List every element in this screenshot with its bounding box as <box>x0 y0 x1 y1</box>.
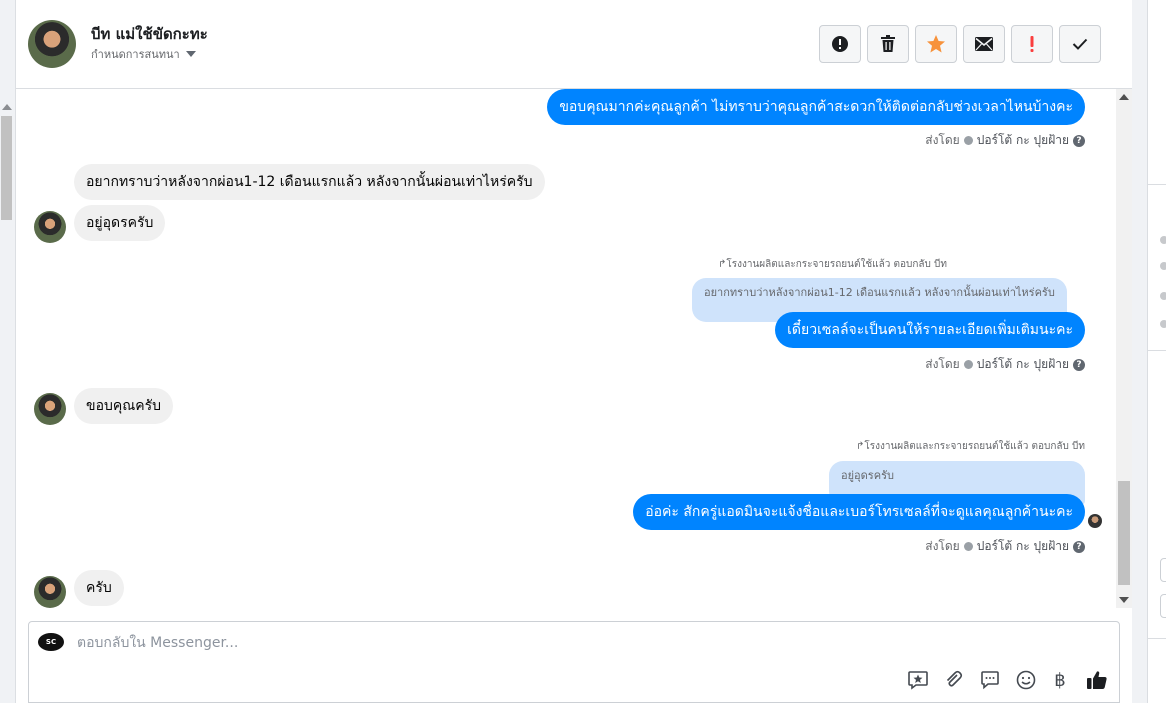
seen-avatar <box>1088 514 1102 528</box>
scroll-up-arrow[interactable] <box>1119 94 1129 100</box>
contact-avatar[interactable] <box>28 20 76 68</box>
follow-up-button[interactable] <box>1011 25 1053 63</box>
left-scroll-up-arrow[interactable] <box>2 104 12 110</box>
gear-icon <box>963 136 973 145</box>
reply-context: ↱โรงงานผลิตและกระจายรถยนต์ใช้แล้ว ตอบกลั… <box>718 257 947 272</box>
outgoing-message[interactable]: อ่อค่ะ สักครู่แอดมินจะแจ้งชื่อและเบอร์โท… <box>633 494 1085 530</box>
panel-divider <box>1148 184 1166 185</box>
sent-by-label: ส่งโดย <box>925 133 960 147</box>
sender-name[interactable]: ปอร์โต้ กะ ปุยฝ้าย <box>977 537 1069 556</box>
panel-input[interactable] <box>1160 558 1166 582</box>
chat-bubble-icon <box>981 671 999 690</box>
help-icon[interactable]: ? <box>1073 134 1085 147</box>
scroll-down-arrow[interactable] <box>1119 597 1129 603</box>
conversation-header: บีท แม่ใช้ขัดกะทะ กำหนดการสนทนา <box>16 0 1132 89</box>
envelope-icon <box>975 37 993 51</box>
incoming-message[interactable]: อยากทราบว่าหลังจากผ่อน1-12 เดือนแรกแล้ว … <box>74 164 545 200</box>
assign-conversation-dropdown[interactable]: กำหนดการสนทนา <box>91 45 196 63</box>
saved-reply-icon <box>908 671 928 690</box>
report-spam-button[interactable] <box>819 25 861 63</box>
thumbs-up-icon <box>1087 671 1107 689</box>
mark-unread-button[interactable] <box>963 25 1005 63</box>
message-thread: ขอบคุณมากค่ะคุณลูกค้า ไม่ทราบว่าคุณลูกค้… <box>16 89 1116 608</box>
emoji-button[interactable] <box>1014 668 1038 692</box>
contact-name[interactable]: บีท แม่ใช้ขัดกะทะ <box>91 22 208 46</box>
sender-name[interactable]: ปอร์โต้ กะ ปุยฝ้าย <box>977 131 1069 150</box>
trash-icon <box>881 35 895 52</box>
left-panel-strip <box>0 0 16 703</box>
alert-circle-icon <box>832 36 848 52</box>
mark-done-button[interactable] <box>1059 25 1101 63</box>
panel-gap <box>1132 0 1147 703</box>
sent-by-info: ส่งโดย ปอร์โต้ กะ ปุยฝ้าย ? <box>925 355 1085 374</box>
attachment-icon <box>946 670 963 687</box>
info-icon <box>1160 262 1166 270</box>
sent-by-info: ส่งโดย ปอร์โต้ กะ ปุยฝ้าย ? <box>925 131 1085 150</box>
scrollbar-thumb[interactable] <box>1118 481 1130 585</box>
help-icon[interactable]: ? <box>1073 358 1085 371</box>
exclamation-icon <box>1030 36 1034 52</box>
info-icon <box>1160 292 1166 300</box>
info-icon <box>1160 236 1166 244</box>
payment-button[interactable]: ฿ <box>1048 668 1072 692</box>
panel-divider <box>1148 350 1166 351</box>
info-icon <box>1160 320 1166 328</box>
star-button[interactable] <box>915 25 957 63</box>
delete-button[interactable] <box>867 25 909 63</box>
incoming-message[interactable]: ครับ <box>74 570 124 606</box>
saved-reply-button[interactable] <box>906 668 930 692</box>
assign-conversation-label: กำหนดการสนทนา <box>91 48 180 61</box>
incoming-message[interactable]: ขอบคุณครับ <box>74 388 173 424</box>
contact-avatar-small[interactable] <box>34 393 66 425</box>
chevron-down-icon <box>185 51 196 57</box>
sent-by-info: ส่งโดย ปอร์โต้ กะ ปุยฝ้าย ? <box>925 537 1085 556</box>
panel-divider <box>1148 638 1166 639</box>
like-button[interactable] <box>1085 668 1109 692</box>
sender-name[interactable]: ปอร์โต้ กะ ปุยฝ้าย <box>977 355 1069 374</box>
panel-input[interactable] <box>1160 594 1166 618</box>
reply-context: ↱โรงงานผลิตและกระจายรถยนต์ใช้แล้ว ตอบกลั… <box>856 439 1085 454</box>
reply-input[interactable] <box>77 630 877 656</box>
outgoing-message[interactable]: เดี๋ยวเซลล์จะเป็นคนให้รายละเอียดเพิ่มเติ… <box>775 312 1085 348</box>
contact-avatar-small[interactable] <box>34 576 66 608</box>
message-composer: SC ฿ <box>28 621 1120 703</box>
reply-context-text: โรงงานผลิตและกระจายรถยนต์ใช้แล้ว ตอบกลับ… <box>726 259 947 270</box>
help-icon[interactable]: ? <box>1073 540 1085 553</box>
sent-by-label: ส่งโดย <box>925 539 960 553</box>
attach-button[interactable] <box>942 668 966 692</box>
left-scrollbar-thumb[interactable] <box>1 116 12 220</box>
contact-avatar-small[interactable] <box>34 211 66 243</box>
emoji-icon <box>1016 670 1036 690</box>
customer-info-panel <box>1147 0 1166 703</box>
quick-reply-button[interactable] <box>978 668 1002 692</box>
baht-payment-icon: ฿ <box>1054 669 1066 691</box>
reply-context-text: โรงงานผลิตและกระจายรถยนต์ใช้แล้ว ตอบกลับ… <box>864 441 1085 452</box>
incoming-message[interactable]: อยู่อุดรครับ <box>74 205 166 241</box>
check-icon <box>1072 38 1088 50</box>
sent-by-label: ส่งโดย <box>925 357 960 371</box>
inbox-window: บีท แม่ใช้ขัดกะทะ กำหนดการสนทนา ขอบคุณมา… <box>0 0 1166 703</box>
outgoing-message[interactable]: ขอบคุณมากค่ะคุณลูกค้า ไม่ทราบว่าคุณลูกค้… <box>547 89 1085 125</box>
star-icon <box>927 35 945 53</box>
thread-scrollbar[interactable] <box>1116 89 1132 608</box>
gear-icon <box>963 360 973 369</box>
gear-icon <box>963 542 973 551</box>
page-logo: SC <box>38 633 64 651</box>
